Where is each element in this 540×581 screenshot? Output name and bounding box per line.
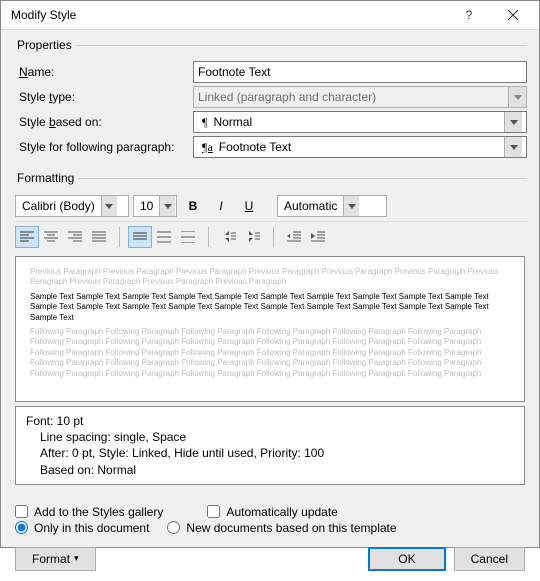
description-box: Font: 10 pt Line spacing: single, Space … bbox=[15, 406, 525, 485]
ok-button[interactable]: OK bbox=[368, 547, 445, 571]
italic-button[interactable]: I bbox=[209, 195, 233, 217]
underline-button[interactable]: U bbox=[237, 195, 261, 217]
line-spacing-2-icon bbox=[181, 231, 195, 243]
paragraph-icon: ¶a bbox=[202, 140, 213, 154]
chevron-down-icon bbox=[343, 196, 359, 216]
name-input[interactable] bbox=[193, 61, 527, 83]
align-right-icon bbox=[68, 231, 82, 243]
font-color-select[interactable]: Automatic bbox=[277, 195, 387, 217]
window-title: Modify Style bbox=[11, 8, 447, 22]
following-select[interactable]: ¶aFootnote Text bbox=[193, 136, 527, 158]
space-before-dec-button[interactable] bbox=[241, 226, 265, 248]
preview-previous: Previous Paragraph Previous Paragraph Pr… bbox=[30, 267, 510, 288]
chevron-down-icon bbox=[504, 137, 522, 157]
following-label: Style for following paragraph: bbox=[13, 140, 193, 154]
increase-indent-icon bbox=[311, 231, 325, 243]
space-before-inc-icon bbox=[222, 231, 236, 243]
style-type-label: Style type: bbox=[13, 90, 193, 104]
chevron-down-icon: ▾ bbox=[74, 553, 79, 564]
chevron-down-icon bbox=[504, 112, 522, 132]
decrease-indent-button[interactable] bbox=[282, 226, 306, 248]
decrease-indent-icon bbox=[287, 231, 301, 243]
only-doc-radio[interactable] bbox=[15, 521, 28, 534]
align-center-icon bbox=[44, 231, 58, 243]
properties-group: Properties Name: Style type: Linked (par… bbox=[13, 38, 527, 161]
chevron-down-icon bbox=[101, 196, 117, 216]
chevron-down-icon bbox=[508, 87, 526, 107]
spacing-1-button[interactable] bbox=[128, 226, 152, 248]
add-gallery-checkbox[interactable] bbox=[15, 505, 28, 518]
titlebar: Modify Style ? bbox=[1, 1, 539, 30]
preview-sample: Sample Text Sample Text Sample Text Samp… bbox=[30, 292, 510, 323]
align-center-button[interactable] bbox=[39, 226, 63, 248]
formatting-group: Formatting Calibri (Body) 10 B I U Autom… bbox=[13, 171, 527, 491]
modify-style-dialog: Modify Style ? Properties Name: Style ty… bbox=[0, 0, 540, 548]
space-before-inc-button[interactable] bbox=[217, 226, 241, 248]
new-template-label: New documents based on this template bbox=[186, 521, 396, 535]
font-toolbar: Calibri (Body) 10 B I U Automatic bbox=[13, 191, 527, 221]
align-right-button[interactable] bbox=[63, 226, 87, 248]
cancel-button[interactable]: Cancel bbox=[454, 547, 525, 571]
align-left-icon bbox=[20, 231, 34, 243]
auto-update-label: Automatically update bbox=[226, 505, 337, 519]
align-justify-button[interactable] bbox=[87, 226, 111, 248]
add-gallery-label: Add to the Styles gallery bbox=[34, 505, 163, 519]
space-before-dec-icon bbox=[246, 231, 260, 243]
based-on-label: Style based on: bbox=[13, 115, 193, 129]
font-size-select[interactable]: 10 bbox=[133, 195, 177, 217]
auto-update-checkbox[interactable] bbox=[207, 505, 220, 518]
style-type-select: Linked (paragraph and character) bbox=[193, 86, 527, 108]
align-justify-icon bbox=[92, 231, 106, 243]
paragraph-icon: ¶ bbox=[202, 115, 207, 129]
help-button[interactable]: ? bbox=[447, 1, 491, 29]
chevron-down-icon bbox=[159, 196, 175, 216]
paragraph-toolbar bbox=[13, 221, 527, 252]
close-button[interactable] bbox=[491, 1, 535, 29]
only-doc-label: Only in this document bbox=[34, 521, 149, 535]
options-group: Add to the Styles gallery Automatically … bbox=[13, 499, 527, 541]
line-spacing-15-icon bbox=[157, 231, 171, 243]
properties-legend: Properties bbox=[13, 38, 76, 52]
format-button[interactable]: Format▾ bbox=[15, 547, 96, 571]
align-left-button[interactable] bbox=[15, 226, 39, 248]
formatting-legend: Formatting bbox=[13, 171, 78, 185]
font-name-select[interactable]: Calibri (Body) bbox=[15, 195, 129, 217]
bold-button[interactable]: B bbox=[181, 195, 205, 217]
close-icon bbox=[508, 10, 518, 20]
preview-following: Following Paragraph Following Paragraph … bbox=[30, 327, 510, 379]
name-label: Name: bbox=[13, 65, 193, 79]
increase-indent-button[interactable] bbox=[306, 226, 330, 248]
preview-pane: Previous Paragraph Previous Paragraph Pr… bbox=[15, 256, 525, 402]
based-on-select[interactable]: ¶Normal bbox=[193, 111, 527, 133]
new-template-radio[interactable] bbox=[167, 521, 180, 534]
spacing-2-button[interactable] bbox=[176, 226, 200, 248]
line-spacing-1-icon bbox=[133, 231, 147, 243]
spacing-1-5-button[interactable] bbox=[152, 226, 176, 248]
